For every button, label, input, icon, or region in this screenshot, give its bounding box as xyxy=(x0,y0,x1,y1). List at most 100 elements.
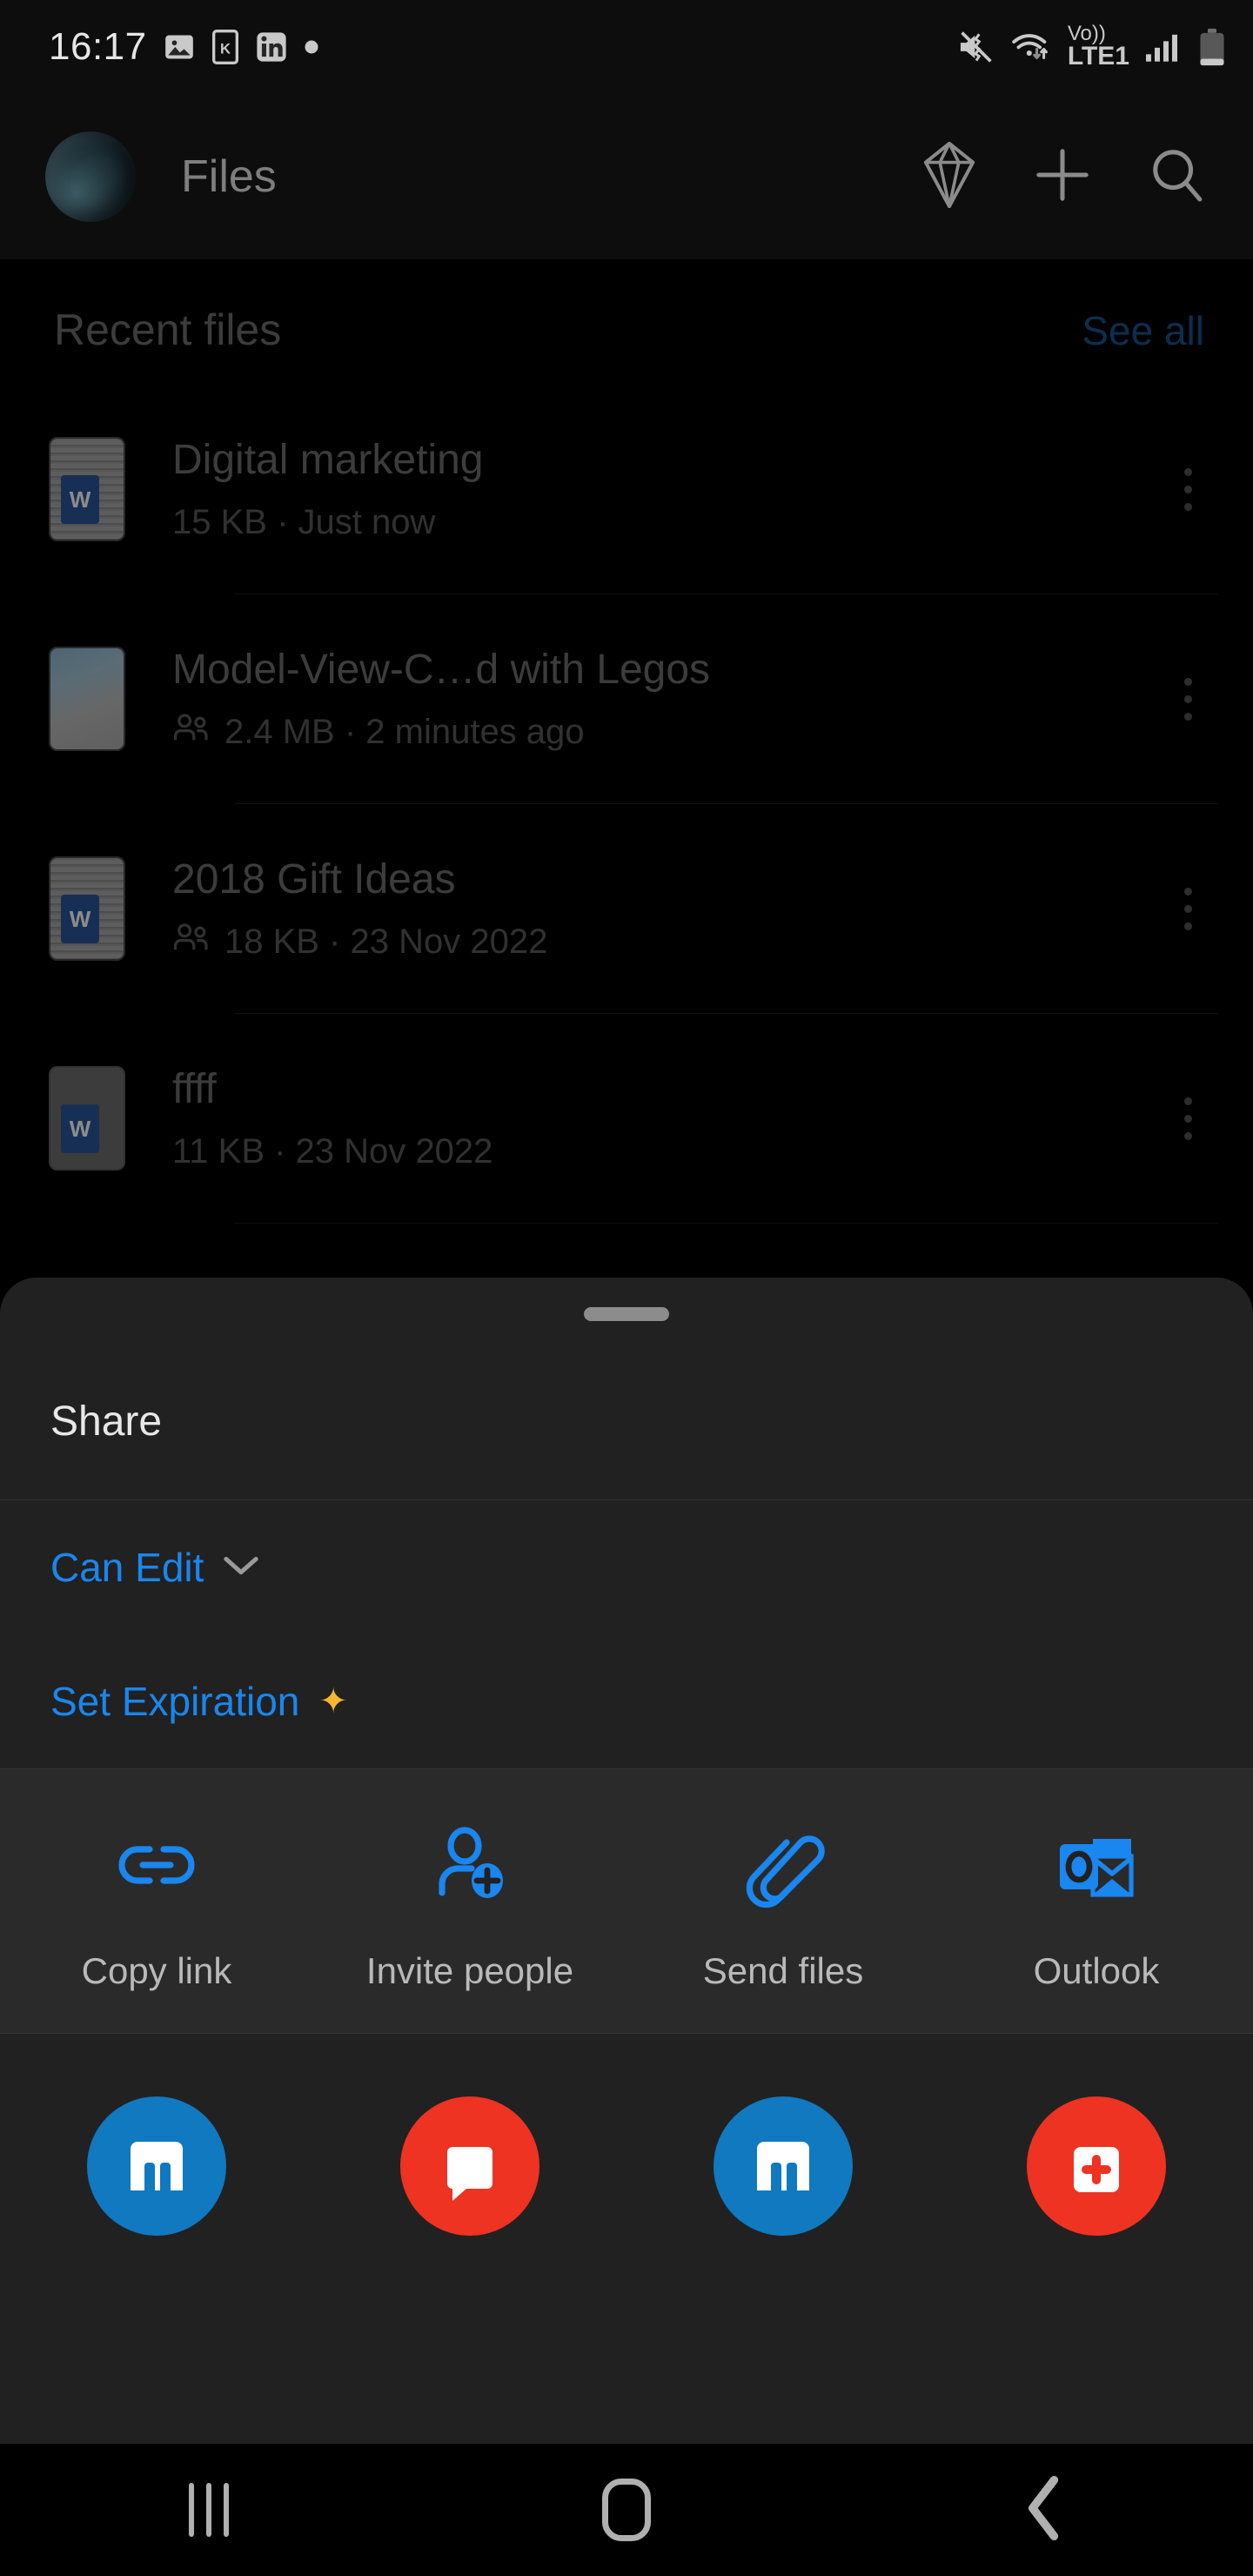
file-meta-text: 18 KB · 23 Nov 2022 xyxy=(224,922,548,962)
k-app-icon: K xyxy=(211,30,239,64)
action-label: Send files xyxy=(702,1950,864,1991)
phone-screen: 16:17 K Vo)) LTE1 Files Recent files See… xyxy=(0,0,1253,2576)
premium-star-icon: ✦ xyxy=(318,1682,348,1721)
file-more-button[interactable] xyxy=(1157,1097,1218,1140)
list-item[interactable]: W Digital marketing 15 KB · Just now xyxy=(0,385,1253,594)
file-more-button[interactable] xyxy=(1157,887,1218,930)
app-icon-blue-2 xyxy=(714,2096,853,2236)
svg-text:K: K xyxy=(220,41,231,57)
file-meta: 2.4 MB · 2 minutes ago xyxy=(172,713,1157,752)
word-badge-icon: W xyxy=(61,1099,106,1153)
share-app-2[interactable] xyxy=(626,2096,940,2236)
add-icon[interactable] xyxy=(1034,146,1091,208)
word-badge-icon: W xyxy=(61,470,106,524)
avatar[interactable] xyxy=(45,131,136,222)
sheet-title: Share xyxy=(50,1399,163,1445)
share-app-1[interactable] xyxy=(313,2096,626,2236)
file-thumbnail xyxy=(49,647,125,751)
dot-icon xyxy=(304,39,319,55)
file-name: Model-View-C…d with Legos xyxy=(172,646,711,693)
search-icon[interactable] xyxy=(1149,146,1206,208)
linkedin-icon xyxy=(255,30,288,64)
file-meta-text: 11 KB · 23 Nov 2022 xyxy=(172,1132,493,1171)
app-bar-actions xyxy=(922,141,1206,212)
file-info: Model-View-C…d with Legos 2.4 MB · 2 min… xyxy=(172,646,1157,752)
file-name: Digital marketing xyxy=(172,436,484,483)
list-item[interactable]: W ffff 11 KB · 23 Nov 2022 xyxy=(0,1014,1253,1223)
invite-people-button[interactable]: Invite people xyxy=(313,1823,626,1993)
home-button[interactable] xyxy=(539,2444,714,2576)
file-meta: 15 KB · Just now xyxy=(172,503,1157,542)
file-thumbnail: W xyxy=(49,856,125,961)
see-all-link[interactable]: See all xyxy=(1082,307,1204,354)
app-bar: Files xyxy=(0,94,1253,259)
app-icon-red-1 xyxy=(400,2096,539,2236)
diamond-icon[interactable] xyxy=(922,141,976,212)
app-icon-blue-1 xyxy=(87,2096,226,2236)
action-label: Outlook xyxy=(1033,1950,1160,1991)
send-files-button[interactable]: Send files xyxy=(626,1823,940,1993)
recent-files-section: Recent files See all W Digital marketing… xyxy=(0,259,1253,1278)
status-bar-right: Vo)) LTE1 xyxy=(956,23,1227,69)
action-label: Invite people xyxy=(365,1950,574,1991)
navigation-bar xyxy=(0,2444,1253,2576)
mute-vibrate-icon xyxy=(956,30,996,64)
file-info: 2018 Gift Ideas 18 KB · 23 Nov 2022 xyxy=(172,855,1157,962)
file-more-button[interactable] xyxy=(1157,677,1218,721)
permission-block: Can Edit Set Expiration ✦ xyxy=(0,1500,1253,1768)
file-meta: 18 KB · 23 Nov 2022 xyxy=(172,922,1157,962)
signal-bars-icon xyxy=(1144,30,1183,64)
share-app-3[interactable] xyxy=(940,2096,1253,2236)
file-name: ffff xyxy=(172,1065,217,1112)
share-app-0[interactable] xyxy=(0,2096,313,2236)
page-title: Files xyxy=(181,151,277,202)
sheet-drag-handle[interactable] xyxy=(584,1307,669,1321)
image-icon xyxy=(163,30,196,64)
app-icon-red-2 xyxy=(1027,2096,1166,2236)
paperclip-icon xyxy=(740,1823,827,1915)
back-button[interactable] xyxy=(957,2444,1131,2576)
wifi-icon xyxy=(1011,30,1053,64)
section-header: Recent files See all xyxy=(0,259,1253,355)
back-icon xyxy=(1022,2475,1066,2546)
battery-icon xyxy=(1197,28,1227,66)
word-badge-icon: W xyxy=(61,889,106,943)
chevron-down-icon xyxy=(223,1553,259,1582)
status-bar-left: 16:17 K xyxy=(49,25,956,69)
file-meta: 11 KB · 23 Nov 2022 xyxy=(172,1132,1157,1171)
file-more-button[interactable] xyxy=(1157,467,1218,511)
shared-people-icon xyxy=(172,922,212,962)
file-meta-text: 2.4 MB · 2 minutes ago xyxy=(224,713,585,752)
share-apps-row xyxy=(0,2034,1253,2236)
recents-icon xyxy=(189,2483,229,2537)
copy-link-button[interactable]: Copy link xyxy=(0,1823,313,1993)
person-add-icon xyxy=(426,1823,513,1915)
home-icon xyxy=(602,2479,651,2541)
file-list: W Digital marketing 15 KB · Just now Mod… xyxy=(0,385,1253,1224)
status-time: 16:17 xyxy=(49,25,147,68)
outlook-icon xyxy=(1053,1823,1140,1915)
file-thumbnail: W xyxy=(49,437,125,541)
file-thumbnail: W xyxy=(49,1066,125,1171)
status-bar: 16:17 K Vo)) LTE1 xyxy=(0,0,1253,94)
permission-dropdown[interactable]: Can Edit xyxy=(50,1500,1253,1634)
list-divider xyxy=(235,1223,1218,1224)
recents-button[interactable] xyxy=(122,2444,296,2576)
shared-people-icon xyxy=(172,713,212,752)
share-actions-panel: Copy link Invite people Send files Outlo… xyxy=(0,1768,1253,2034)
action-label: Copy link xyxy=(81,1950,232,1991)
volte-icon: Vo)) LTE1 xyxy=(1068,23,1129,69)
file-meta-text: 15 KB · Just now xyxy=(172,503,436,542)
permission-label: Can Edit xyxy=(50,1545,204,1590)
expiration-label: Set Expiration xyxy=(50,1679,300,1724)
list-item[interactable]: W 2018 Gift Ideas 18 KB · 23 Nov 2022 xyxy=(0,804,1253,1013)
file-info: ffff 11 KB · 23 Nov 2022 xyxy=(172,1065,1157,1171)
list-item[interactable]: Model-View-C…d with Legos 2.4 MB · 2 min… xyxy=(0,594,1253,803)
set-expiration-button[interactable]: Set Expiration ✦ xyxy=(50,1634,1253,1768)
file-info: Digital marketing 15 KB · Just now xyxy=(172,436,1157,542)
share-bottom-sheet: Share Can Edit Set Expiration ✦ Copy lin… xyxy=(0,1278,1253,2576)
file-name: 2018 Gift Ideas xyxy=(172,855,456,902)
outlook-button[interactable]: Outlook xyxy=(940,1823,1253,1993)
section-title: Recent files xyxy=(54,305,282,354)
link-icon xyxy=(113,1823,200,1915)
